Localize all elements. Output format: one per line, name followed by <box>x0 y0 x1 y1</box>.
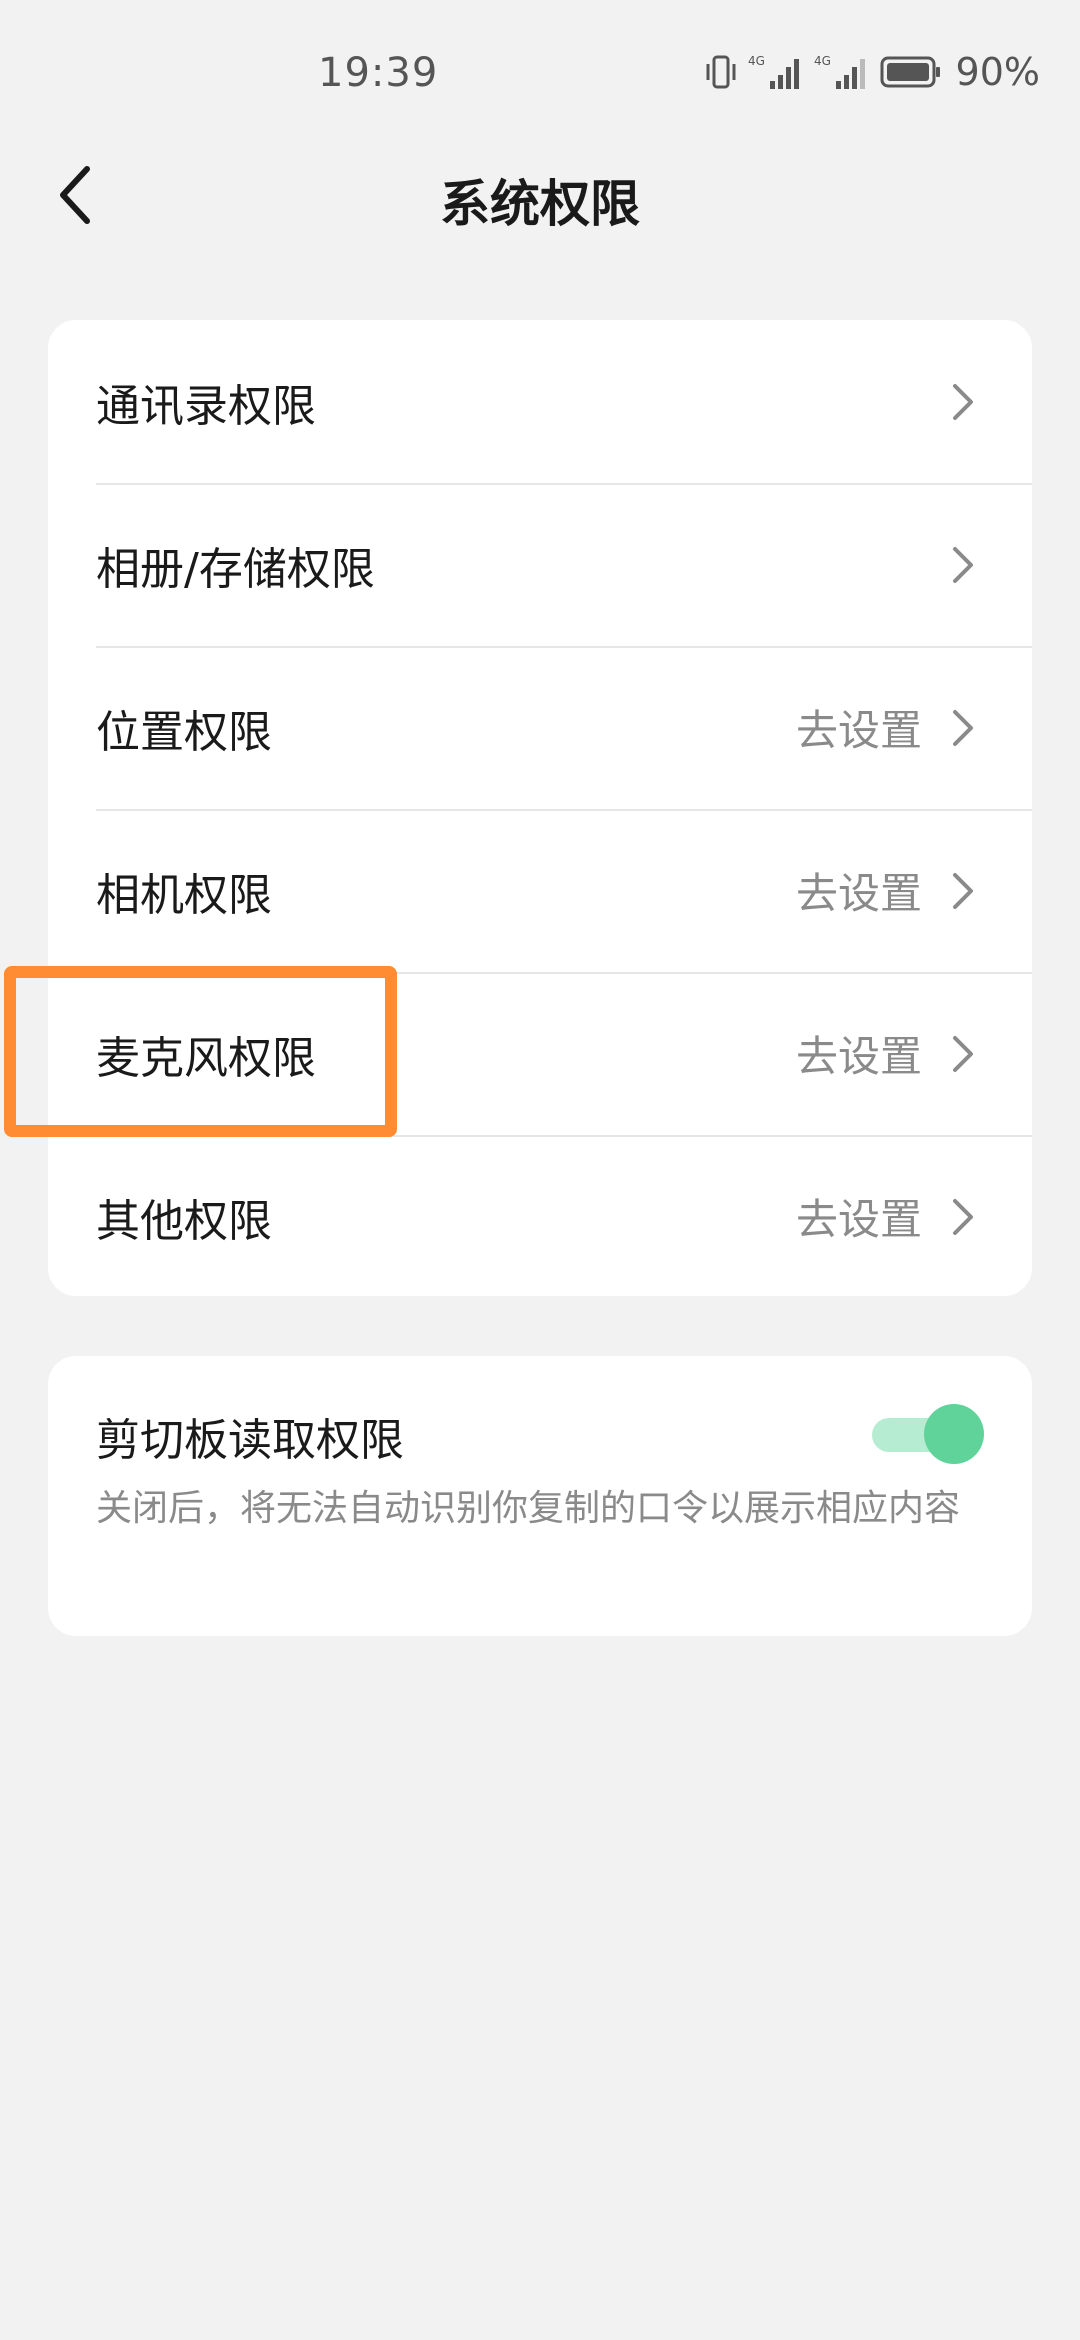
signal-4g-icon: 4G <box>814 53 870 91</box>
clipboard-description: 关闭后，将无法自动识别你复制的口令以展示相应内容 <box>96 1488 961 1529</box>
chevron-right-icon <box>948 1032 978 1076</box>
go-settings-button[interactable]: 去设置 <box>796 1023 922 1084</box>
permission-row-storage[interactable]: 相册/存储权限 <box>48 483 1032 646</box>
svg-text:4G: 4G <box>814 54 831 68</box>
go-settings-button[interactable]: 去设置 <box>796 860 922 921</box>
chevron-right-icon <box>948 869 978 913</box>
permission-label: 位置权限 <box>96 706 272 758</box>
status-bar: 19:39 4G 4G 90% <box>0 0 1080 150</box>
header: 系统权限 <box>0 150 1080 250</box>
status-icons: 4G 4G 90% <box>704 50 1040 94</box>
permission-row-contacts[interactable]: 通讯录权限 <box>48 320 1032 483</box>
chevron-right-icon <box>948 706 978 750</box>
permissions-card: 通讯录权限 相册/存储权限 位置权限 去设置 相机权限 去设置 麦克风权限 去设… <box>48 320 1032 1296</box>
battery-icon <box>880 55 942 89</box>
clipboard-title: 剪切板读取权限 <box>96 1415 404 1466</box>
highlight-box <box>4 966 397 1137</box>
clipboard-card: 剪切板读取权限 关闭后，将无法自动识别你复制的口令以展示相应内容 <box>48 1356 1032 1636</box>
toggle-knob <box>924 1404 984 1464</box>
status-time: 19:39 <box>318 50 439 96</box>
permission-label: 通讯录权限 <box>96 380 316 432</box>
svg-text:4G: 4G <box>748 54 765 68</box>
go-settings-button[interactable]: 去设置 <box>796 1186 922 1247</box>
signal-4g-icon: 4G <box>748 53 804 91</box>
go-settings-button[interactable]: 去设置 <box>796 697 922 758</box>
chevron-right-icon <box>948 380 978 424</box>
clipboard-toggle[interactable] <box>872 1404 984 1464</box>
chevron-right-icon <box>948 1195 978 1239</box>
vibrate-icon <box>704 54 738 90</box>
page-title: 系统权限 <box>440 175 640 233</box>
permission-row-camera[interactable]: 相机权限 去设置 <box>48 809 1032 972</box>
chevron-right-icon <box>948 543 978 587</box>
permission-row-other[interactable]: 其他权限 去设置 <box>48 1135 1032 1296</box>
permission-label: 相册/存储权限 <box>96 543 375 595</box>
permission-label: 其他权限 <box>96 1195 272 1247</box>
permission-label: 相机权限 <box>96 869 272 921</box>
battery-percent: 90% <box>955 50 1040 94</box>
permission-row-location[interactable]: 位置权限 去设置 <box>48 646 1032 809</box>
